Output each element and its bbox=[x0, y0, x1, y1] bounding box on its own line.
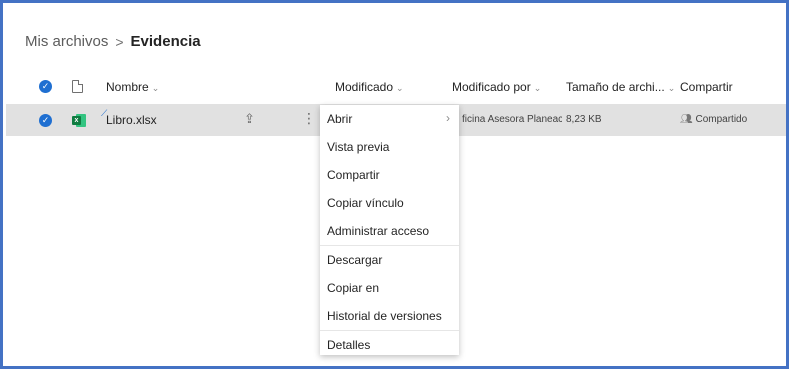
file-size-cell: 8,23 KB bbox=[566, 114, 602, 125]
checkmark-circle-icon[interactable]: ✓ bbox=[39, 80, 52, 93]
breadcrumb-root[interactable]: Mis archivos bbox=[25, 33, 108, 50]
menu-item-abrir[interactable]: Abrir › bbox=[320, 105, 459, 133]
more-options-icon[interactable]: ⋮ bbox=[302, 110, 316, 127]
chevron-down-icon: ⌄ bbox=[533, 83, 542, 93]
file-browser-window: Mis archivos > Evidencia ✓ Nombre ⌄ Modif… bbox=[0, 0, 789, 369]
breadcrumb-separator: > bbox=[115, 33, 124, 50]
column-header-name[interactable]: Nombre ⌄ bbox=[106, 80, 159, 94]
menu-item-copiar-en[interactable]: Copiar en bbox=[320, 274, 459, 302]
document-icon bbox=[72, 80, 83, 93]
file-name-link[interactable]: Libro.xlsx bbox=[106, 113, 157, 127]
checkmark-circle-icon[interactable]: ✓ bbox=[39, 114, 52, 127]
column-header-sharing[interactable]: Compartir bbox=[680, 80, 733, 94]
menu-item-historial-versiones[interactable]: Historial de versiones bbox=[320, 302, 459, 330]
menu-item-vista-previa[interactable]: Vista previa bbox=[320, 133, 459, 161]
breadcrumb-current: Evidencia bbox=[130, 33, 201, 50]
modified-by-cell: ficina Asesora Planeacion bbox=[462, 114, 562, 125]
column-header-row: ✓ Nombre ⌄ Modificado ⌄ Modificado por ⌄ Ta… bbox=[6, 71, 786, 103]
column-header-modified[interactable]: Modificado ⌄ bbox=[335, 80, 404, 94]
chevron-right-icon: › bbox=[446, 111, 450, 125]
context-menu: Abrir › Vista previa Compartir Copiar ví… bbox=[320, 105, 459, 355]
people-icon: 👥︎ bbox=[680, 114, 693, 125]
excel-file-icon: x bbox=[72, 114, 86, 127]
menu-item-descargar[interactable]: Descargar bbox=[320, 246, 459, 274]
column-header-file-size[interactable]: Tamaño de archi... ⌄ bbox=[566, 80, 675, 94]
share-icon[interactable]: ⇪ bbox=[244, 111, 255, 127]
chevron-down-icon: ⌄ bbox=[667, 83, 676, 93]
breadcrumb: Mis archivos > Evidencia bbox=[25, 33, 201, 50]
menu-item-compartir[interactable]: Compartir bbox=[320, 161, 459, 189]
chevron-down-icon: ⌄ bbox=[396, 83, 404, 93]
menu-item-copiar-vinculo[interactable]: Copiar vínculo bbox=[320, 189, 459, 217]
menu-item-administrar-acceso[interactable]: Administrar acceso bbox=[320, 217, 459, 245]
chevron-down-icon: ⌄ bbox=[151, 83, 160, 93]
column-header-modified-by[interactable]: Modificado por ⌄ bbox=[452, 80, 541, 94]
sharing-cell: 👥︎ Compartido bbox=[680, 114, 748, 125]
menu-item-detalles[interactable]: Detalles bbox=[320, 331, 459, 359]
